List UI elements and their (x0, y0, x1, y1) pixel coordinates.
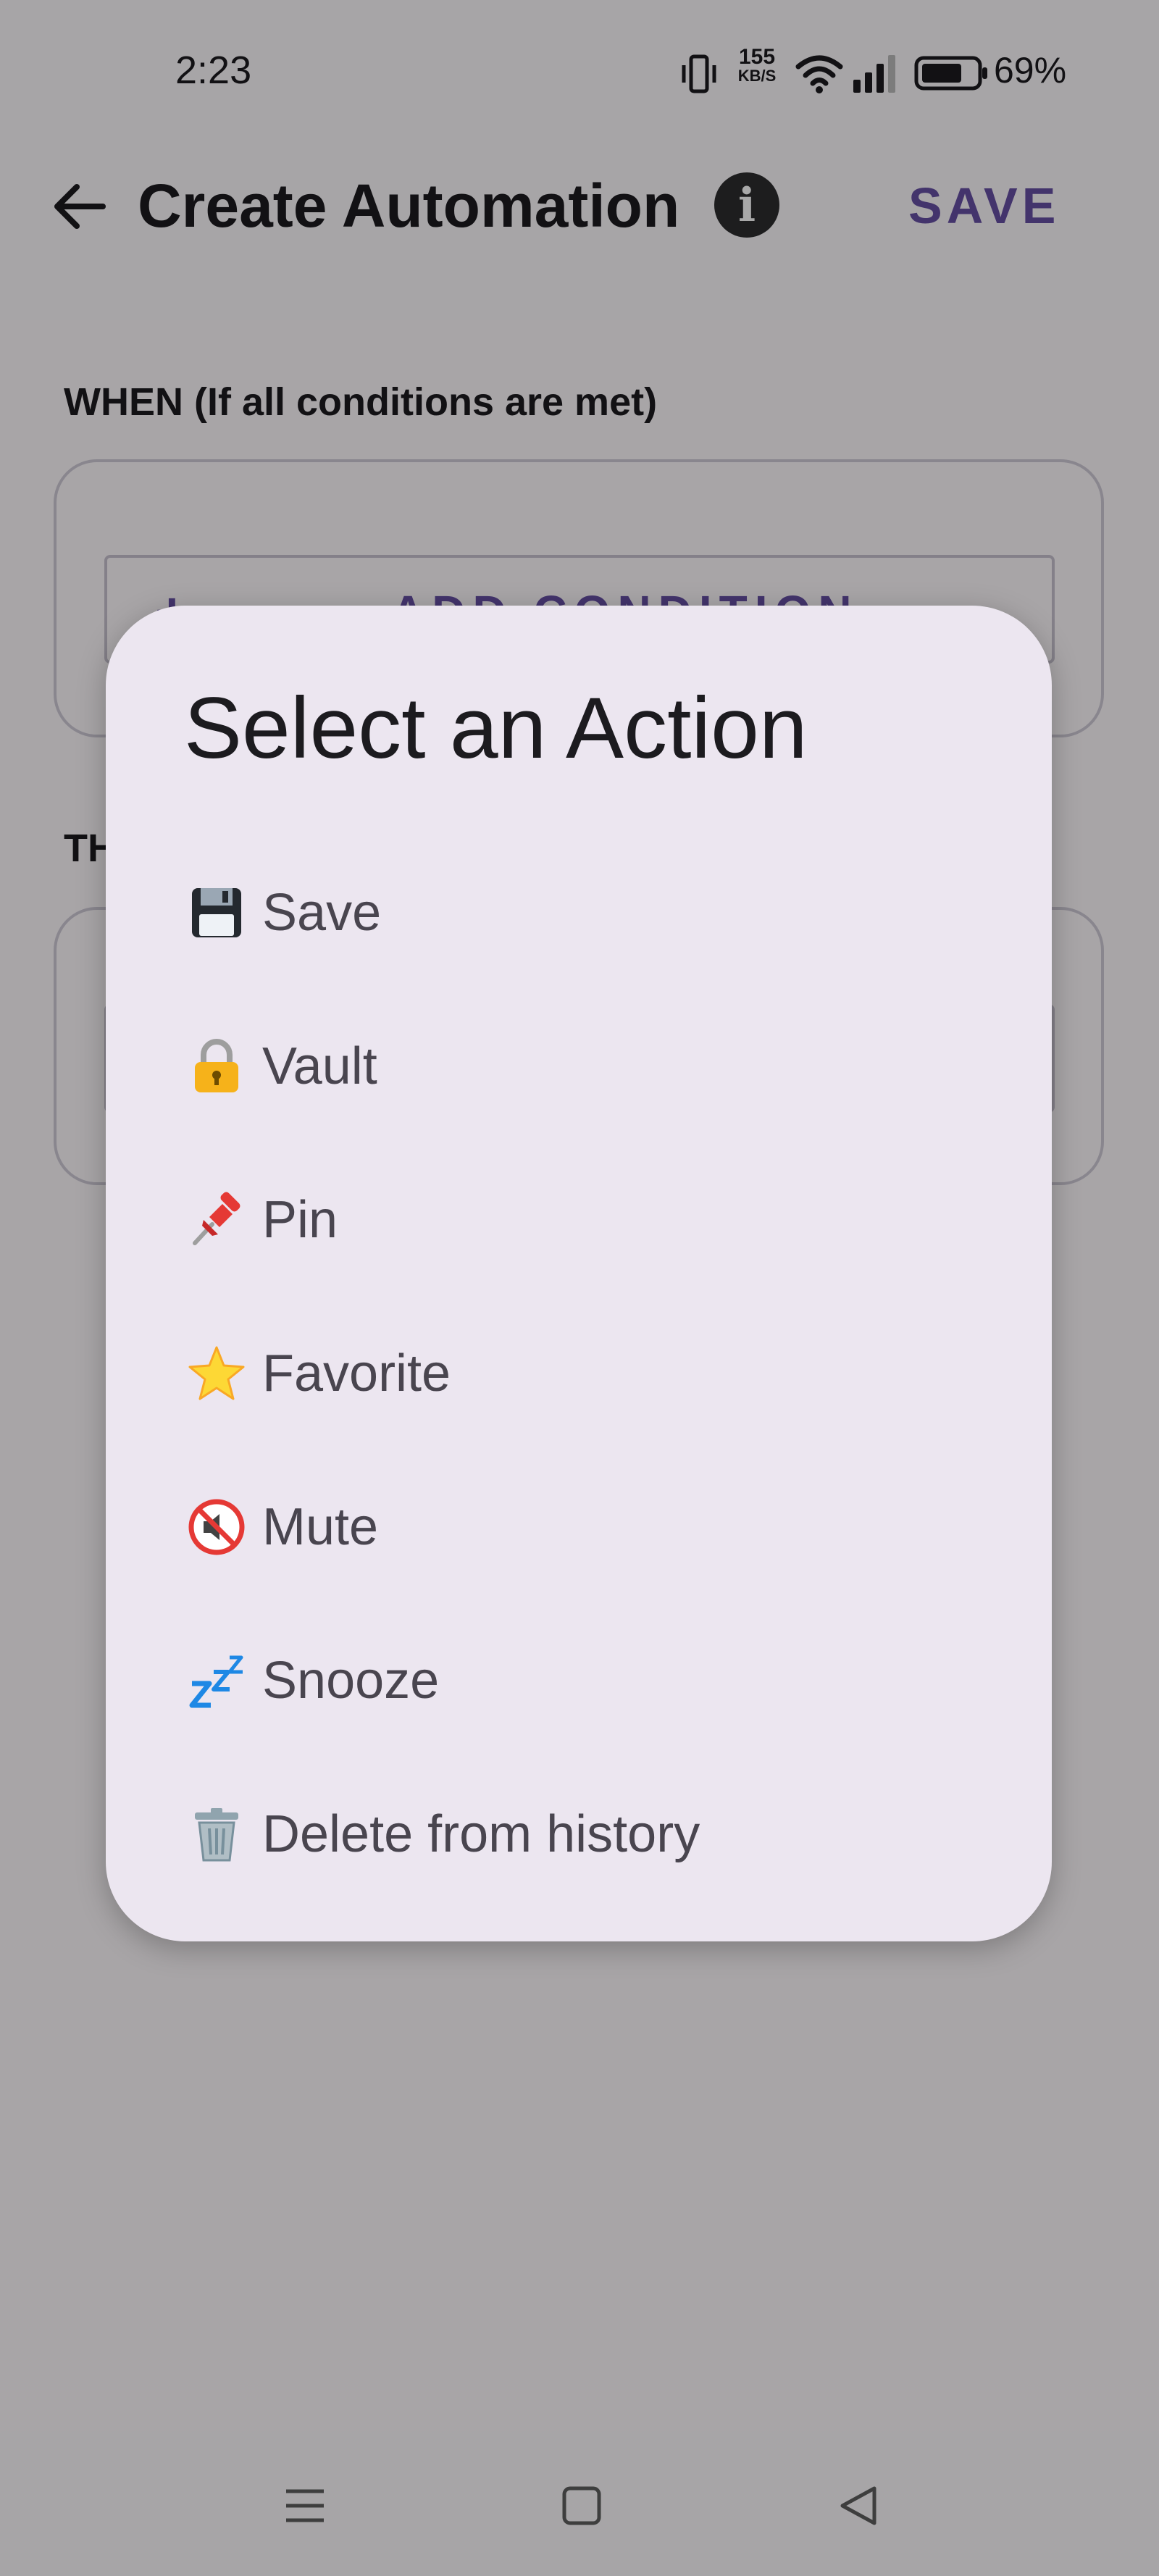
dialog-title: Select an Action (184, 679, 808, 777)
action-label: Vault (262, 1037, 377, 1095)
action-label: Pin (262, 1191, 338, 1249)
action-item-save[interactable]: Save (106, 836, 1052, 990)
action-item-delete-from-history[interactable]: Delete from history (106, 1757, 1052, 1911)
trash-icon (184, 1802, 249, 1867)
floppy-disk-icon (184, 880, 249, 945)
action-item-mute[interactable]: Mute (106, 1450, 1052, 1604)
action-item-vault[interactable]: Vault (106, 990, 1052, 1143)
action-item-favorite[interactable]: Favorite (106, 1297, 1052, 1450)
action-label: Favorite (262, 1345, 451, 1402)
action-label: Snooze (262, 1652, 440, 1710)
zzz-icon (184, 1648, 249, 1713)
action-label: Save (262, 884, 382, 942)
star-icon (184, 1341, 249, 1406)
lock-icon (184, 1034, 249, 1099)
action-item-snooze[interactable]: Snooze (106, 1604, 1052, 1757)
action-item-pin[interactable]: Pin (106, 1143, 1052, 1297)
pushpin-icon (184, 1187, 249, 1253)
action-label: Mute (262, 1498, 379, 1556)
action-label: Delete from history (262, 1805, 700, 1863)
muted-speaker-icon (184, 1494, 249, 1560)
